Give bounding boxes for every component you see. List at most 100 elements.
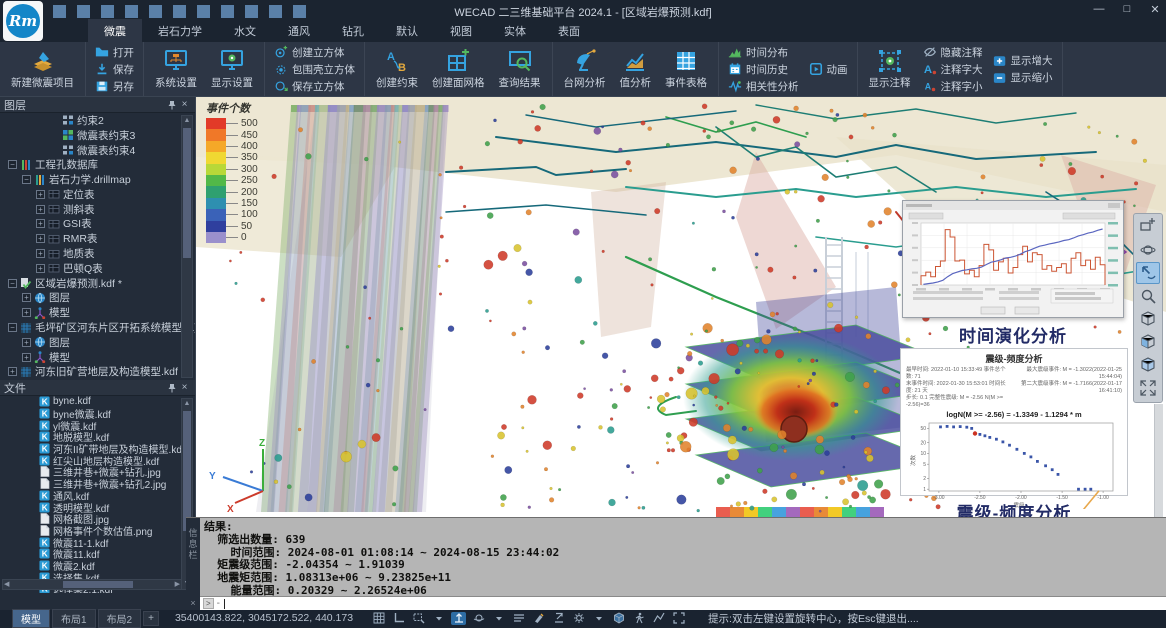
ribbon-button-时间分布[interactable]: 时间分布 <box>726 44 801 60</box>
tree-expander[interactable]: − <box>8 279 17 288</box>
status-icon-caret[interactable] <box>431 612 446 625</box>
status-icon-orbit[interactable] <box>471 612 486 625</box>
tree-expander[interactable]: − <box>8 160 17 169</box>
file-list-item[interactable]: Kbyne微震.kdf <box>0 408 195 420</box>
ribbon-button-创建面网格[interactable]: 创建面网格 <box>428 48 489 91</box>
right-panel-scrollbar[interactable] <box>1154 404 1163 517</box>
tree-expander[interactable]: + <box>22 353 31 362</box>
tree-expander[interactable]: + <box>22 338 31 347</box>
menu-tab-岩石力学[interactable]: 岩石力学 <box>142 19 218 42</box>
add-layout-tab[interactable]: + <box>143 611 159 626</box>
nav-tool-expand-arrows[interactable] <box>1136 377 1160 399</box>
console-close-icon[interactable]: × <box>190 598 195 608</box>
menu-tab-默认[interactable]: 默认 <box>380 19 434 42</box>
status-icon-layer-lines[interactable] <box>511 612 526 625</box>
tree-expander[interactable]: + <box>36 264 45 273</box>
nav-tool-cube-face[interactable] <box>1136 331 1160 353</box>
scroll-up-arrow[interactable]: ▲ <box>182 399 192 409</box>
ribbon-button-另存[interactable]: 另存 <box>93 78 136 94</box>
ribbon-button-系统设置[interactable]: 系统设置 <box>151 48 201 91</box>
menu-tab-钻孔[interactable]: 钻孔 <box>326 19 380 42</box>
layer-tree-item[interactable]: −岩石力学.drillmap <box>0 172 195 187</box>
layer-tree-item[interactable]: 约束2 <box>0 113 195 128</box>
nav-tool-cube-wire[interactable] <box>1136 308 1160 330</box>
tree-expander[interactable]: + <box>36 190 45 199</box>
status-icon-brush[interactable] <box>531 612 546 625</box>
ribbon-button-相关性分析[interactable]: 相关性分析 <box>726 78 801 94</box>
new-doc-icon[interactable] <box>52 4 67 19</box>
status-icon-cube[interactable] <box>611 612 626 625</box>
layer-tree-item[interactable]: −区域岩爆预测.kdf * <box>0 276 195 291</box>
tree-expander[interactable]: + <box>36 234 45 243</box>
ribbon-button-打开[interactable]: 打开 <box>93 44 136 60</box>
layer-tree-item[interactable]: +GSI表 <box>0 217 195 232</box>
ribbon-button-查询结果[interactable]: 查询结果 <box>495 48 545 91</box>
ribbon-button-显示增大[interactable]: 显示增大 <box>991 53 1055 69</box>
ribbon-button-新建微震项目[interactable]: 新建微震项目 <box>7 48 78 91</box>
tree-expander[interactable]: + <box>36 219 45 228</box>
status-icon-ortho[interactable] <box>391 612 406 625</box>
scrollbar-thumb[interactable] <box>63 581 133 588</box>
menu-tab-表面[interactable]: 表面 <box>542 19 596 42</box>
file-list-item[interactable]: K微震11.kdf <box>0 548 195 560</box>
layer-tree-item[interactable]: +河东旧矿营地层及构造模型.kdf * <box>0 365 195 380</box>
close-icon[interactable]: × <box>178 98 191 111</box>
caret-down-icon[interactable] <box>292 4 307 19</box>
ribbon-button-显示设置[interactable]: 显示设置 <box>207 48 257 91</box>
viewport-3d[interactable]: 事件个数 500450400350300250200150100500 Z Y … <box>196 97 1166 517</box>
layer-tree-item[interactable]: 微震表约束3 <box>0 128 195 143</box>
tree-expander[interactable]: + <box>22 308 31 317</box>
open-folder-icon[interactable] <box>76 4 91 19</box>
doc-tab-布局2[interactable]: 布局2 <box>98 609 142 628</box>
doc-tab-布局1[interactable]: 布局1 <box>52 609 96 628</box>
ribbon-button-创建约束[interactable]: AB创建约束 <box>372 48 422 91</box>
ribbon-button-台网分析[interactable]: 台网分析 <box>560 48 610 91</box>
status-icon-caret[interactable] <box>591 612 606 625</box>
ribbon-button-隐藏注释[interactable]: 隐藏注释 <box>921 44 985 60</box>
redo-icon[interactable] <box>196 4 211 19</box>
status-icon-sketch[interactable] <box>651 612 666 625</box>
layer-tree-item[interactable]: −工程孔数据库 <box>0 157 195 172</box>
command-line[interactable]: > - <box>200 596 1166 610</box>
edit-check-icon[interactable] <box>124 4 139 19</box>
scrollbar-thumb[interactable] <box>183 411 191 531</box>
tree-expander[interactable]: + <box>36 249 45 258</box>
layer-tree-item[interactable]: 微震表约束4 <box>0 143 195 158</box>
status-icon-rect-select[interactable] <box>411 612 426 625</box>
viewport-box-icon[interactable] <box>220 4 235 19</box>
ribbon-button-动画[interactable]: 动画 <box>807 61 850 77</box>
layer-tree-item[interactable]: +RMR表 <box>0 231 195 246</box>
nav-tool-zoom-window[interactable] <box>1136 216 1160 238</box>
nav-tool-orbit-sphere[interactable] <box>1136 239 1160 261</box>
maximize-button[interactable]: □ <box>1120 3 1134 16</box>
tree-expander[interactable]: + <box>8 367 17 376</box>
ribbon-button-注释字小[interactable]: A注释字小 <box>921 78 985 94</box>
menu-tab-通风[interactable]: 通风 <box>272 19 326 42</box>
save-stack-icon[interactable] <box>100 4 115 19</box>
ribbon-button-事件表格[interactable]: 事件表格 <box>661 48 711 91</box>
ribbon-button-注释字大[interactable]: A注释字大 <box>921 61 985 77</box>
ribbon-button-保存[interactable]: 保存 <box>93 61 136 77</box>
ribbon-button-创建立方体[interactable]: 创建立方体 <box>272 44 357 60</box>
status-icon-runner[interactable] <box>631 612 646 625</box>
layer-tree-item[interactable]: +测斜表 <box>0 202 195 217</box>
layer-tree-item[interactable]: −毛坪矿区河东片区开拓系统模型 (1).k... <box>0 320 195 335</box>
nav-tool-cube-solid[interactable] <box>1136 354 1160 376</box>
scroll-up-arrow[interactable]: ▲ <box>182 116 192 126</box>
status-icon-gear[interactable] <box>571 612 586 625</box>
layer-tree-item[interactable]: +图层 <box>0 291 195 306</box>
close-icon[interactable]: × <box>178 381 191 394</box>
file-list-item[interactable]: 三维井巷+微震+钻孔2.jpg <box>0 478 195 490</box>
layer-tree-item[interactable]: +巴顿Q表 <box>0 261 195 276</box>
layer-tree-item[interactable]: +模型 <box>0 350 195 365</box>
files-horizontal-scrollbar[interactable]: ◀ ▶ <box>2 579 182 590</box>
status-icon-grid[interactable] <box>371 612 386 625</box>
nav-tool-pan-hand[interactable] <box>1136 262 1160 284</box>
scroll-right-arrow[interactable]: ▶ <box>175 580 180 590</box>
close-red-icon[interactable] <box>268 4 283 19</box>
tree-expander[interactable]: + <box>36 205 45 214</box>
console-side-tab[interactable]: 信息栏 × <box>186 518 200 611</box>
tree-expander[interactable]: − <box>22 175 31 184</box>
close-teal-icon[interactable] <box>244 4 259 19</box>
status-icon-caret[interactable] <box>491 612 506 625</box>
